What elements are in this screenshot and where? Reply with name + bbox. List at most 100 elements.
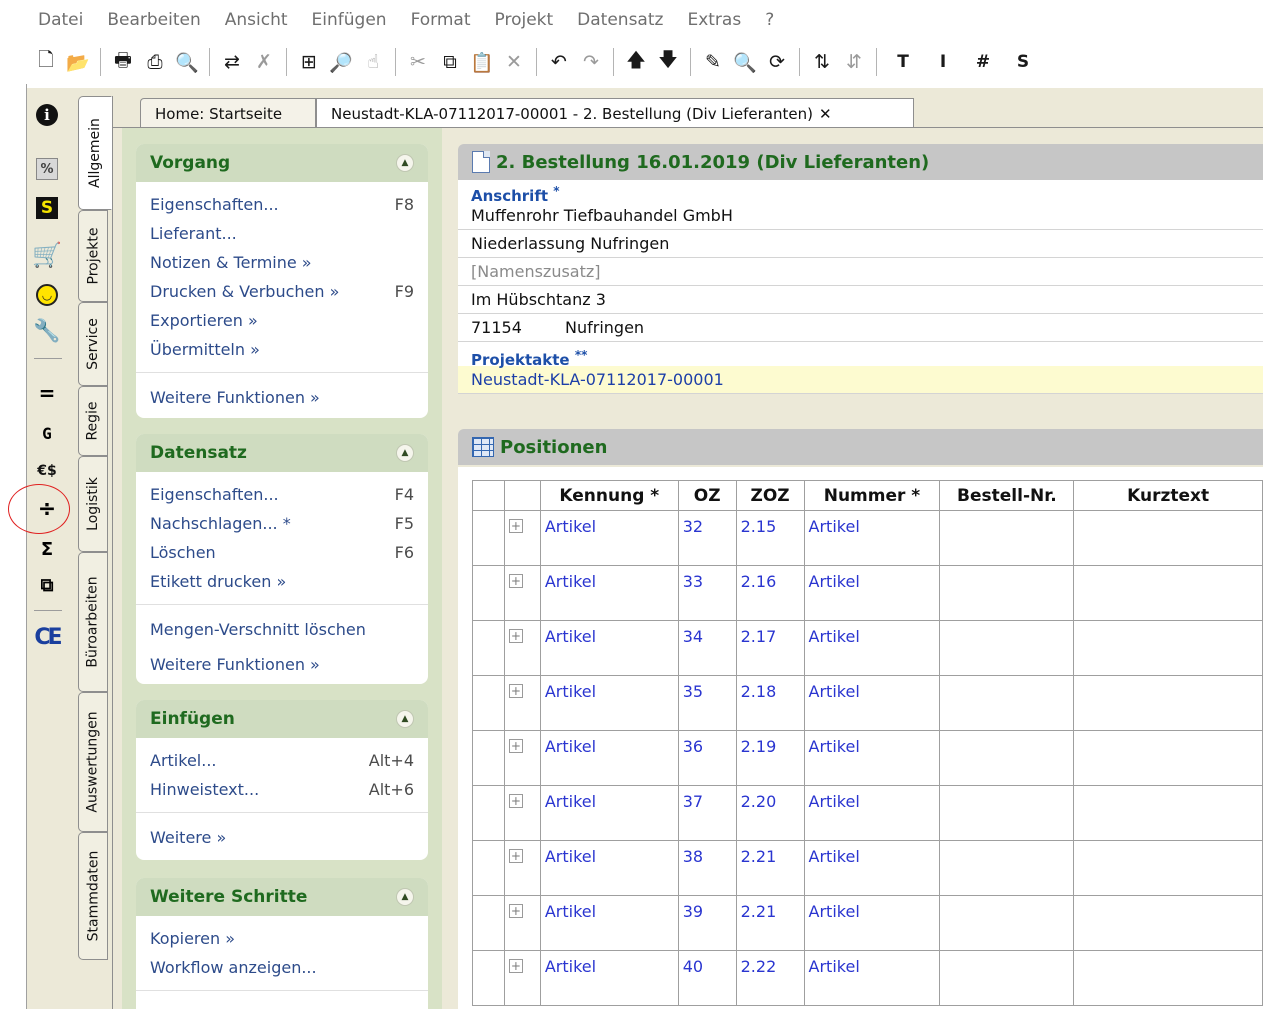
paste-icon[interactable]: 📋 <box>466 46 498 78</box>
find-icon[interactable]: 🔍 <box>729 46 761 78</box>
cell-bestell-nr[interactable] <box>939 675 1075 731</box>
cell-kurztext[interactable] <box>1073 895 1263 951</box>
expand-toggle[interactable]: + <box>503 565 541 621</box>
tab-bestellung[interactable]: Neustadt-KLA-07112017-00001 - 2. Bestell… <box>316 98 914 128</box>
table-row[interactable]: + Artikel 38 2.21 Artikel <box>472 840 1263 896</box>
row-selector[interactable] <box>472 730 505 786</box>
expand-plus-icon[interactable]: + <box>508 519 523 533</box>
address-city-line[interactable]: 71154 Nufringen <box>458 314 1263 342</box>
new-document-icon[interactable]: 🗋 <box>30 46 62 78</box>
delete-icon[interactable]: ✕ <box>498 46 530 78</box>
cell-oz[interactable]: 33 <box>677 565 737 621</box>
g-icon[interactable]: G <box>26 418 68 448</box>
table-row[interactable]: + Artikel 36 2.19 Artikel <box>472 730 1263 786</box>
collapse-icon[interactable]: ▲ <box>396 710 414 728</box>
cell-bestell-nr[interactable] <box>939 785 1075 841</box>
action-etikett-drucken[interactable]: Etikett drucken » <box>150 567 414 596</box>
tab-stammdaten[interactable]: Stammdaten <box>78 832 108 960</box>
collapse-icon[interactable]: ▲ <box>396 888 414 906</box>
action-exportieren[interactable]: Exportieren » <box>150 306 414 335</box>
action-weitere-funktionen[interactable]: Weitere Funktionen » <box>150 383 414 412</box>
tab-auswertungen[interactable]: Auswertungen <box>78 692 108 832</box>
search-record-icon[interactable]: 🔎 <box>325 46 357 78</box>
cell-oz[interactable]: 32 <box>677 510 737 566</box>
cell-zoz[interactable]: 2.17 <box>735 620 805 676</box>
update-icon[interactable]: ⟳ <box>761 46 793 78</box>
cell-kurztext[interactable] <box>1073 950 1263 1006</box>
menu-einfuegen[interactable]: Einfügen <box>300 10 399 30</box>
menu-bearbeiten[interactable]: Bearbeiten <box>95 10 212 30</box>
row-selector[interactable] <box>472 785 505 841</box>
smiley-icon[interactable]: ◡ <box>26 280 68 310</box>
row-selector[interactable] <box>472 510 505 566</box>
row-selector[interactable] <box>472 675 505 731</box>
undo-icon[interactable]: ↶ <box>543 46 575 78</box>
cell-kurztext[interactable] <box>1073 840 1263 896</box>
cell-kennung[interactable]: Artikel <box>539 785 679 841</box>
layout-icon[interactable]: ⊞ <box>293 46 325 78</box>
print-icon[interactable]: 🖶 <box>107 46 139 78</box>
postal-code[interactable]: 71154 <box>471 318 565 337</box>
expand-plus-icon[interactable]: + <box>508 959 523 973</box>
cell-kurztext[interactable] <box>1073 510 1263 566</box>
menu-help[interactable]: ? <box>753 10 786 30</box>
cell-nummer[interactable]: Artikel <box>803 950 941 1006</box>
close-tab-icon[interactable]: ✕ <box>819 105 832 123</box>
percent-icon[interactable]: % <box>26 154 68 184</box>
action-uebermitteln[interactable]: Übermitteln » <box>150 335 414 364</box>
cell-nummer[interactable]: Artikel <box>803 840 941 896</box>
sum-icon[interactable]: Σ <box>26 534 68 564</box>
cell-bestell-nr[interactable] <box>939 895 1075 951</box>
expand-plus-icon[interactable]: + <box>508 904 523 918</box>
menu-projekt[interactable]: Projekt <box>483 10 566 30</box>
table-row[interactable]: + Artikel 35 2.18 Artikel <box>472 675 1263 731</box>
column-header-kennung[interactable]: Kennung * <box>539 480 679 511</box>
cell-bestell-nr[interactable] <box>939 565 1075 621</box>
open-folder-icon[interactable]: 📂 <box>62 46 94 78</box>
cell-zoz[interactable]: 2.21 <box>735 895 805 951</box>
cell-bestell-nr[interactable] <box>939 950 1075 1006</box>
s-icon[interactable]: S <box>26 193 68 223</box>
menu-datensatz[interactable]: Datensatz <box>565 10 675 30</box>
cell-kurztext[interactable] <box>1073 785 1263 841</box>
address-name-suffix-field[interactable]: [Namenszusatz] <box>458 258 1263 286</box>
equals-icon[interactable]: = <box>26 378 68 408</box>
sort-ascending-icon[interactable]: ⇅ <box>806 46 838 78</box>
cell-nummer[interactable]: Artikel <box>803 785 941 841</box>
menu-ansicht[interactable]: Ansicht <box>213 10 300 30</box>
cell-nummer[interactable]: Artikel <box>803 620 941 676</box>
cell-zoz[interactable]: 2.19 <box>735 730 805 786</box>
cell-zoz[interactable]: 2.22 <box>735 950 805 1006</box>
info-icon[interactable]: i <box>26 100 68 130</box>
print-multiple-icon[interactable]: ⎙ <box>139 46 171 78</box>
action-eigenschaften[interactable]: Eigenschaften... F4 <box>150 480 414 509</box>
clear-filter-icon[interactable]: ✗ <box>248 46 280 78</box>
expand-plus-icon[interactable]: + <box>508 684 523 698</box>
cell-oz[interactable]: 35 <box>677 675 737 731</box>
expand-toggle[interactable]: + <box>503 895 541 951</box>
expand-plus-icon[interactable]: + <box>508 794 523 808</box>
text-format-hash-button[interactable]: # <box>963 46 1003 78</box>
cell-zoz[interactable]: 2.16 <box>735 565 805 621</box>
cell-nummer[interactable]: Artikel <box>803 675 941 731</box>
action-lieferant[interactable]: Lieferant... <box>150 219 414 248</box>
print-preview-icon[interactable]: 🔍 <box>171 46 203 78</box>
table-row[interactable]: + Artikel 39 2.21 Artikel <box>472 895 1263 951</box>
expand-plus-icon[interactable]: + <box>508 629 523 643</box>
currency-icon[interactable]: €$ <box>26 456 68 486</box>
tab-projekte[interactable]: Projekte <box>78 210 108 302</box>
cell-oz[interactable]: 39 <box>677 895 737 951</box>
cell-bestell-nr[interactable] <box>939 730 1075 786</box>
action-weitere[interactable]: Weitere » <box>150 823 414 852</box>
tab-service[interactable]: Service <box>78 302 108 386</box>
cell-bestell-nr[interactable] <box>939 620 1075 676</box>
card-header[interactable]: Vorgang ▲ <box>136 144 428 182</box>
tab-allgemein[interactable]: Allgemein <box>78 96 112 210</box>
redo-icon[interactable]: ↷ <box>575 46 607 78</box>
cell-oz[interactable]: 40 <box>677 950 737 1006</box>
cell-kurztext[interactable] <box>1073 620 1263 676</box>
table-row[interactable]: + Artikel 34 2.17 Artikel <box>472 620 1263 676</box>
text-format-s-button[interactable]: S <box>1003 46 1043 78</box>
sort-descending-icon[interactable]: ⇵ <box>838 46 870 78</box>
arrow-down-icon[interactable]: 🡇 <box>652 46 684 78</box>
